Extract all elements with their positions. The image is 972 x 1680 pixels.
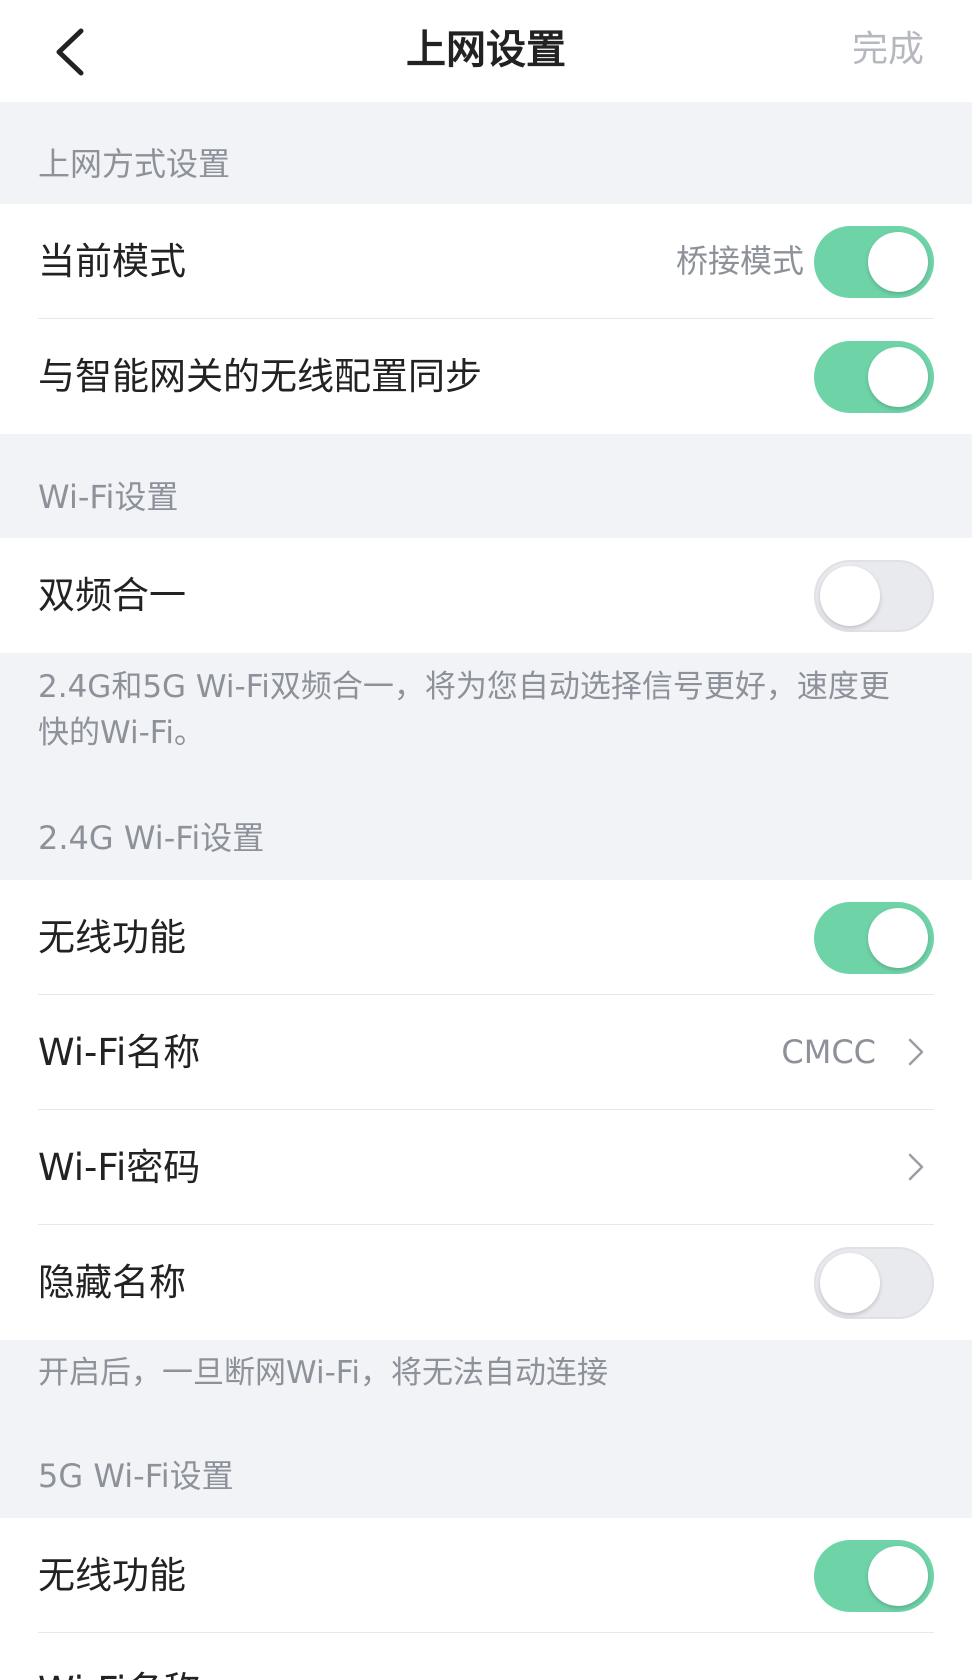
- gateway-sync-toggle[interactable]: [814, 341, 934, 413]
- section-header-wifi-5g: 5G Wi-Fi设置: [38, 1457, 234, 1495]
- toggle-knob: [868, 908, 928, 968]
- toggle-knob: [820, 566, 880, 626]
- wifi-24g-hide-ssid-label: 隐藏名称: [38, 1261, 186, 1304]
- current-mode-toggle[interactable]: [814, 226, 934, 298]
- dual-band-toggle[interactable]: [814, 560, 934, 632]
- dual-band-label: 双频合一: [38, 574, 186, 617]
- toggle-knob: [868, 347, 928, 407]
- wifi-24g-wireless-label: 无线功能: [38, 916, 186, 959]
- wifi-24g-wireless-toggle[interactable]: [814, 902, 934, 974]
- wifi-5g-ssid-label: Wi-Fi名称: [38, 1633, 200, 1680]
- wifi-24g-ssid-row[interactable]: Wi-Fi名称 CMCC: [0, 995, 972, 1110]
- wifi-5g-wireless-toggle[interactable]: [814, 1540, 934, 1612]
- current-mode-value: 桥接模式: [675, 242, 804, 280]
- hide-ssid-note: 开启后，一旦断网Wi-Fi，将无法自动连接: [38, 1355, 608, 1391]
- wifi-5g-wireless-row: 无线功能: [0, 1518, 972, 1633]
- wifi-24g-ssid-value: CMCC: [781, 1033, 876, 1071]
- wifi-24g-hide-ssid-toggle[interactable]: [814, 1247, 934, 1319]
- dual-band-note: 2.4G和5G Wi-Fi双频合一，将为您自动选择信号更好，速度更快的Wi-Fi…: [38, 669, 890, 751]
- current-mode-row: 当前模式 桥接模式: [0, 204, 972, 319]
- section-header-wifi-24g: 2.4G Wi-Fi设置: [38, 819, 265, 857]
- chevron-right-icon[interactable]: [898, 1034, 934, 1070]
- wifi-card: 双频合一: [0, 538, 972, 653]
- wifi-5g-wireless-label: 无线功能: [38, 1554, 186, 1597]
- dual-band-row: 双频合一: [0, 538, 972, 653]
- navigation-bar: 上网设置 完成: [0, 0, 972, 102]
- page-title: 上网设置: [406, 27, 566, 73]
- gateway-sync-row: 与智能网关的无线配置同步: [0, 319, 972, 434]
- done-button[interactable]: 完成: [852, 24, 924, 76]
- wifi-24g-password-label: Wi-Fi密码: [38, 1146, 201, 1189]
- toggle-knob: [820, 1253, 880, 1313]
- wifi-24g-card: 无线功能 Wi-Fi名称 CMCC Wi-Fi密码 隐藏名称: [0, 880, 972, 1340]
- section-header-wifi: Wi-Fi设置: [38, 478, 179, 516]
- toggle-knob: [868, 1546, 928, 1606]
- chevron-right-icon[interactable]: [898, 1149, 934, 1185]
- toggle-knob: [868, 232, 928, 292]
- current-mode-label: 当前模式: [38, 240, 186, 283]
- internet-mode-card: 当前模式 桥接模式 与智能网关的无线配置同步: [0, 204, 972, 434]
- wifi-24g-wireless-row: 无线功能: [0, 880, 972, 995]
- wifi-24g-hide-ssid-row: 隐藏名称: [0, 1225, 972, 1340]
- wifi-24g-ssid-label: Wi-Fi名称: [38, 1031, 201, 1074]
- wifi-5g-card: 无线功能 Wi-Fi名称: [0, 1518, 972, 1680]
- section-header-internet-mode: 上网方式设置: [38, 145, 231, 183]
- wifi-24g-password-row[interactable]: Wi-Fi密码: [0, 1110, 972, 1225]
- wifi-5g-ssid-row[interactable]: Wi-Fi名称: [0, 1633, 972, 1680]
- gateway-sync-label: 与智能网关的无线配置同步: [38, 355, 482, 398]
